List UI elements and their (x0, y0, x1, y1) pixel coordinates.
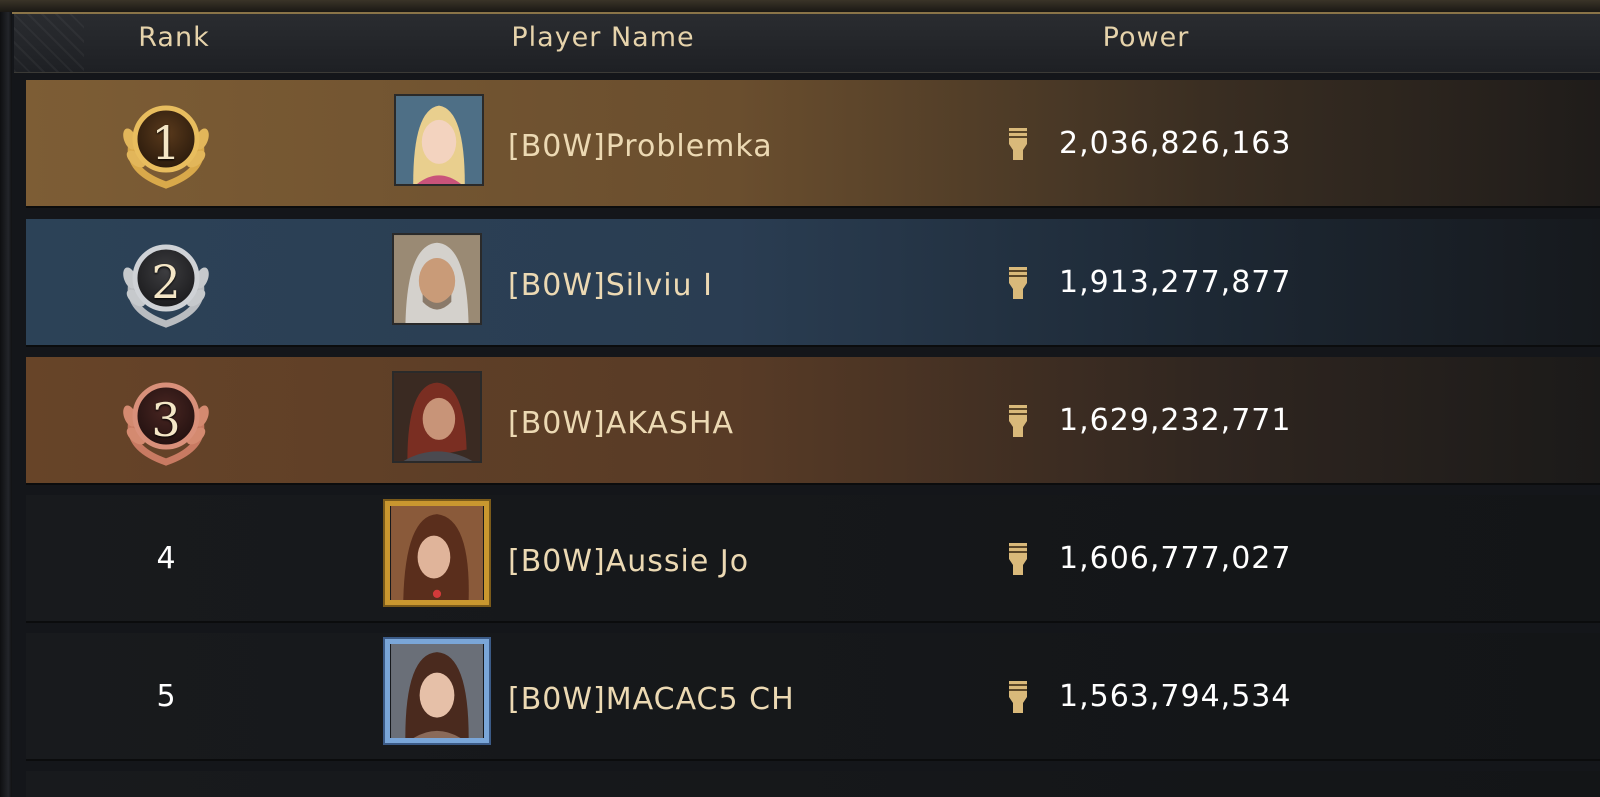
power-value: 2,036,826,163 (1059, 125, 1292, 161)
player-avatar[interactable] (394, 94, 484, 186)
rank-number: 2 (151, 255, 181, 309)
leaderboard-row-6-partial[interactable] (26, 771, 1600, 797)
leaderboard-header (14, 14, 1600, 73)
player-name[interactable]: [B0W]Problemka (508, 80, 773, 212)
window-top-border (0, 0, 1600, 14)
rank-number: 5 (156, 678, 176, 714)
rank-column-header: Rank (138, 22, 210, 53)
player-avatar[interactable] (392, 371, 482, 463)
leaderboard-row-5[interactable]: 5 [B0W]MACAC5 CH 1,563,794,534 (26, 633, 1600, 759)
rank-number: 3 (151, 393, 181, 447)
silver-medal-icon: 2 (116, 232, 216, 332)
player-avatar[interactable] (385, 639, 489, 743)
row-divider (26, 483, 1600, 485)
gold-medal-icon: 1 (116, 93, 216, 193)
leaderboard-row-4[interactable]: 4 [B0W]Aussie Jo 1,606,777,027 (26, 495, 1600, 621)
row-divider (26, 345, 1600, 347)
rank-number: 1 (151, 116, 181, 170)
fist-power-icon (1001, 122, 1035, 164)
player-avatar[interactable] (392, 233, 482, 325)
leaderboard-row-2[interactable]: 2 [B0W]Silviu I 1,913,277,877 (26, 219, 1600, 345)
player-name-column-header: Player Name (511, 22, 695, 53)
player-name[interactable]: [B0W]AKASHA (508, 357, 734, 489)
bronze-medal-icon: 3 (116, 370, 216, 470)
power-value: 1,629,232,771 (1059, 402, 1292, 438)
leaderboard-row-1[interactable]: 1 [B0W]Problemka 2,036,826,163 (26, 80, 1600, 206)
player-name[interactable]: [B0W]Silviu I (508, 219, 713, 351)
fist-power-icon (1001, 537, 1035, 579)
rank-number: 4 (156, 540, 176, 576)
fist-power-icon (1001, 399, 1035, 441)
power-value: 1,563,794,534 (1059, 678, 1292, 714)
fist-power-icon (1001, 675, 1035, 717)
power-value: 1,913,277,877 (1059, 264, 1292, 300)
fist-power-icon (1001, 261, 1035, 303)
power-value: 1,606,777,027 (1059, 540, 1292, 576)
player-name[interactable]: [B0W]MACAC5 CH (508, 633, 795, 765)
player-name[interactable]: [B0W]Aussie Jo (508, 495, 749, 627)
window-left-frame (0, 12, 12, 797)
player-avatar[interactable] (385, 501, 489, 605)
power-column-header: Power (1102, 22, 1190, 53)
header-ornament (14, 14, 84, 72)
leaderboard-row-3[interactable]: 3 [B0W]AKASHA 1,629,232,771 (26, 357, 1600, 483)
row-divider (26, 759, 1600, 761)
row-divider (26, 621, 1600, 623)
row-divider (26, 206, 1600, 208)
